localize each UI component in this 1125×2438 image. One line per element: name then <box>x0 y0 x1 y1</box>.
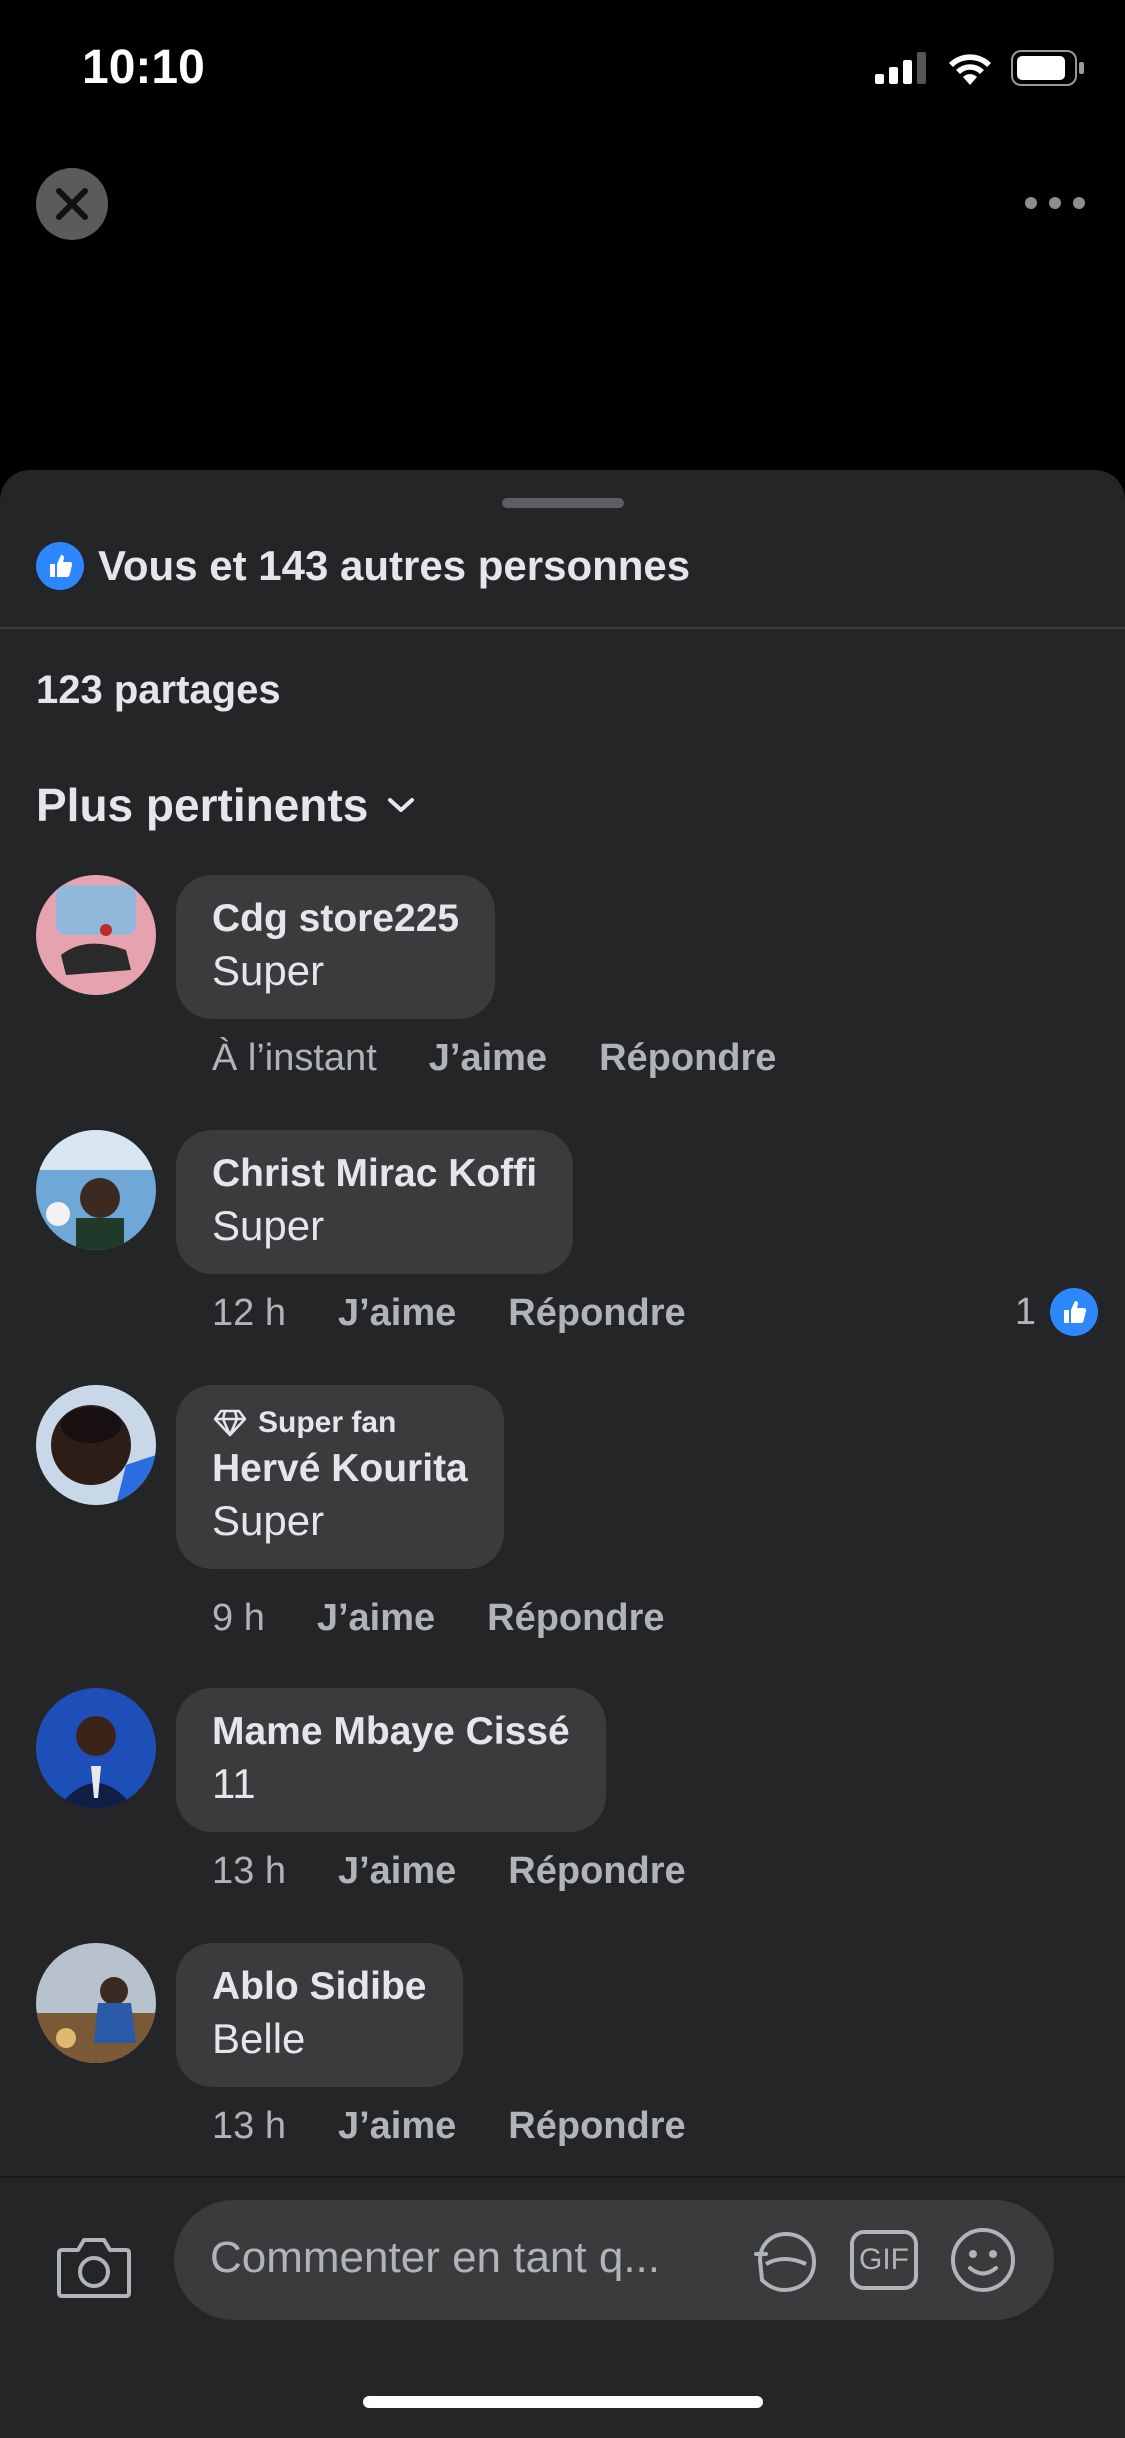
comment-bubble[interactable]: Super fan Hervé Kourita Super <box>176 1385 504 1569</box>
shares-count[interactable]: 123 partages <box>36 668 281 713</box>
comment-bubble[interactable]: Ablo Sidibe Belle <box>176 1943 463 2087</box>
composer-icons: GIF <box>748 2224 1018 2296</box>
diamond-icon <box>213 1409 247 1437</box>
comment-text: 11 <box>212 1760 256 1807</box>
reply-button[interactable]: Répondre <box>487 1597 664 1640</box>
reactions-text: Vous et 143 autres personnes <box>98 542 691 589</box>
commenter-name[interactable]: Mame Mbaye Cissé <box>212 1708 570 1756</box>
close-button[interactable] <box>36 168 108 240</box>
comment-text: Super <box>212 1497 325 1544</box>
sort-label: Plus pertinents <box>36 779 369 831</box>
commenter-name[interactable]: Christ Mirac Koffi <box>212 1150 537 1198</box>
status-icons <box>875 50 1085 86</box>
comment-actions: 13 h J’aime Répondre <box>212 2105 686 2148</box>
comment-text: Belle <box>212 2015 306 2062</box>
comment-bubble[interactable]: Mame Mbaye Cissé 11 <box>176 1688 606 1832</box>
comment-item: Cdg store225 Super À l’instant J’aime Ré… <box>36 875 1096 1079</box>
commenter-name[interactable]: Ablo Sidibe <box>212 1963 427 2011</box>
wifi-icon <box>949 54 991 85</box>
comment-item: Christ Mirac Koffi Super 12 h J’aime Rép… <box>36 1130 1098 1336</box>
comment-time: 13 h <box>212 1850 286 1892</box>
comment-bubble[interactable]: Cdg store225 Super <box>176 875 496 1019</box>
comment-text: Super <box>212 1202 325 1249</box>
comment-like-count[interactable]: 1 <box>1015 1288 1098 1336</box>
more-options-button[interactable] <box>1025 180 1085 226</box>
status-bar: 10:10 <box>0 0 1125 140</box>
comment-time: 12 h <box>212 1292 286 1334</box>
comment-item: Super fan Hervé Kourita Super 9 h J’aime… <box>36 1385 1096 1639</box>
avatar-sticker-icon[interactable] <box>748 2224 820 2296</box>
comments-sheet: Vous et 143 autres personnes 123 partage… <box>0 470 1125 2436</box>
sort-dropdown[interactable]: Plus pertinents <box>36 778 416 832</box>
avatar[interactable] <box>36 1943 156 2063</box>
comment-time: À l’instant <box>212 1037 377 1079</box>
gif-button[interactable]: GIF <box>850 2230 918 2290</box>
avatar[interactable] <box>36 1130 156 1250</box>
reply-button[interactable]: Répondre <box>508 1292 685 1335</box>
comment-item: Ablo Sidibe Belle 13 h J’aime Répondre <box>36 1943 1096 2147</box>
like-icon <box>1050 1288 1098 1336</box>
comment-item: Mame Mbaye Cissé 11 13 h J’aime Répondre <box>36 1688 1096 1892</box>
reply-button[interactable]: Répondre <box>599 1037 776 1080</box>
like-button[interactable]: J’aime <box>338 1292 456 1335</box>
like-button[interactable]: J’aime <box>338 2105 456 2148</box>
avatar[interactable] <box>36 1385 156 1505</box>
comment-actions: À l’instant J’aime Répondre <box>212 1037 776 1080</box>
sheet-grabber[interactable] <box>502 498 624 508</box>
comment-input[interactable]: Commenter en tant q... GIF <box>174 2200 1054 2320</box>
avatar[interactable] <box>36 875 156 995</box>
comment-actions: 9 h J’aime Répondre <box>212 1597 665 1640</box>
comment-placeholder: Commenter en tant q... <box>210 2233 660 2282</box>
like-icon <box>36 542 84 590</box>
like-button[interactable]: J’aime <box>317 1597 435 1640</box>
comment-text: Super <box>212 947 325 994</box>
home-indicator[interactable] <box>363 2396 763 2408</box>
comment-time: 9 h <box>212 1597 265 1639</box>
signal-icon <box>875 52 926 84</box>
status-time: 10:10 <box>82 41 205 94</box>
reply-button[interactable]: Répondre <box>508 1850 685 1893</box>
close-icon <box>56 188 88 220</box>
super-fan-badge: Super fan <box>212 1405 468 1441</box>
comment-actions: 12 h J’aime Répondre <box>212 1292 686 1335</box>
commenter-name[interactable]: Cdg store225 <box>212 895 459 943</box>
commenter-name[interactable]: Hervé Kourita <box>212 1445 468 1493</box>
more-horizontal-icon <box>1025 197 1037 209</box>
reply-button[interactable]: Répondre <box>508 2105 685 2148</box>
comment-time: 13 h <box>212 2105 286 2147</box>
divider <box>0 627 1125 629</box>
badge-label: Super fan <box>258 1406 397 1439</box>
reactions-summary[interactable]: Vous et 143 autres personnes <box>36 542 690 590</box>
camera-button[interactable] <box>56 2234 132 2305</box>
chevron-down-icon <box>388 798 415 812</box>
camera-icon <box>57 2238 131 2298</box>
like-button[interactable]: J’aime <box>429 1037 547 1080</box>
comment-actions: 13 h J’aime Répondre <box>212 1850 686 1893</box>
battery-icon <box>1011 50 1084 86</box>
emoji-icon[interactable] <box>948 2225 1018 2295</box>
comment-bubble[interactable]: Christ Mirac Koffi Super <box>176 1130 574 1274</box>
like-button[interactable]: J’aime <box>338 1850 456 1893</box>
gif-label: GIF <box>859 2243 909 2276</box>
avatar[interactable] <box>36 1688 156 1808</box>
like-count-value: 1 <box>1014 1290 1036 1333</box>
